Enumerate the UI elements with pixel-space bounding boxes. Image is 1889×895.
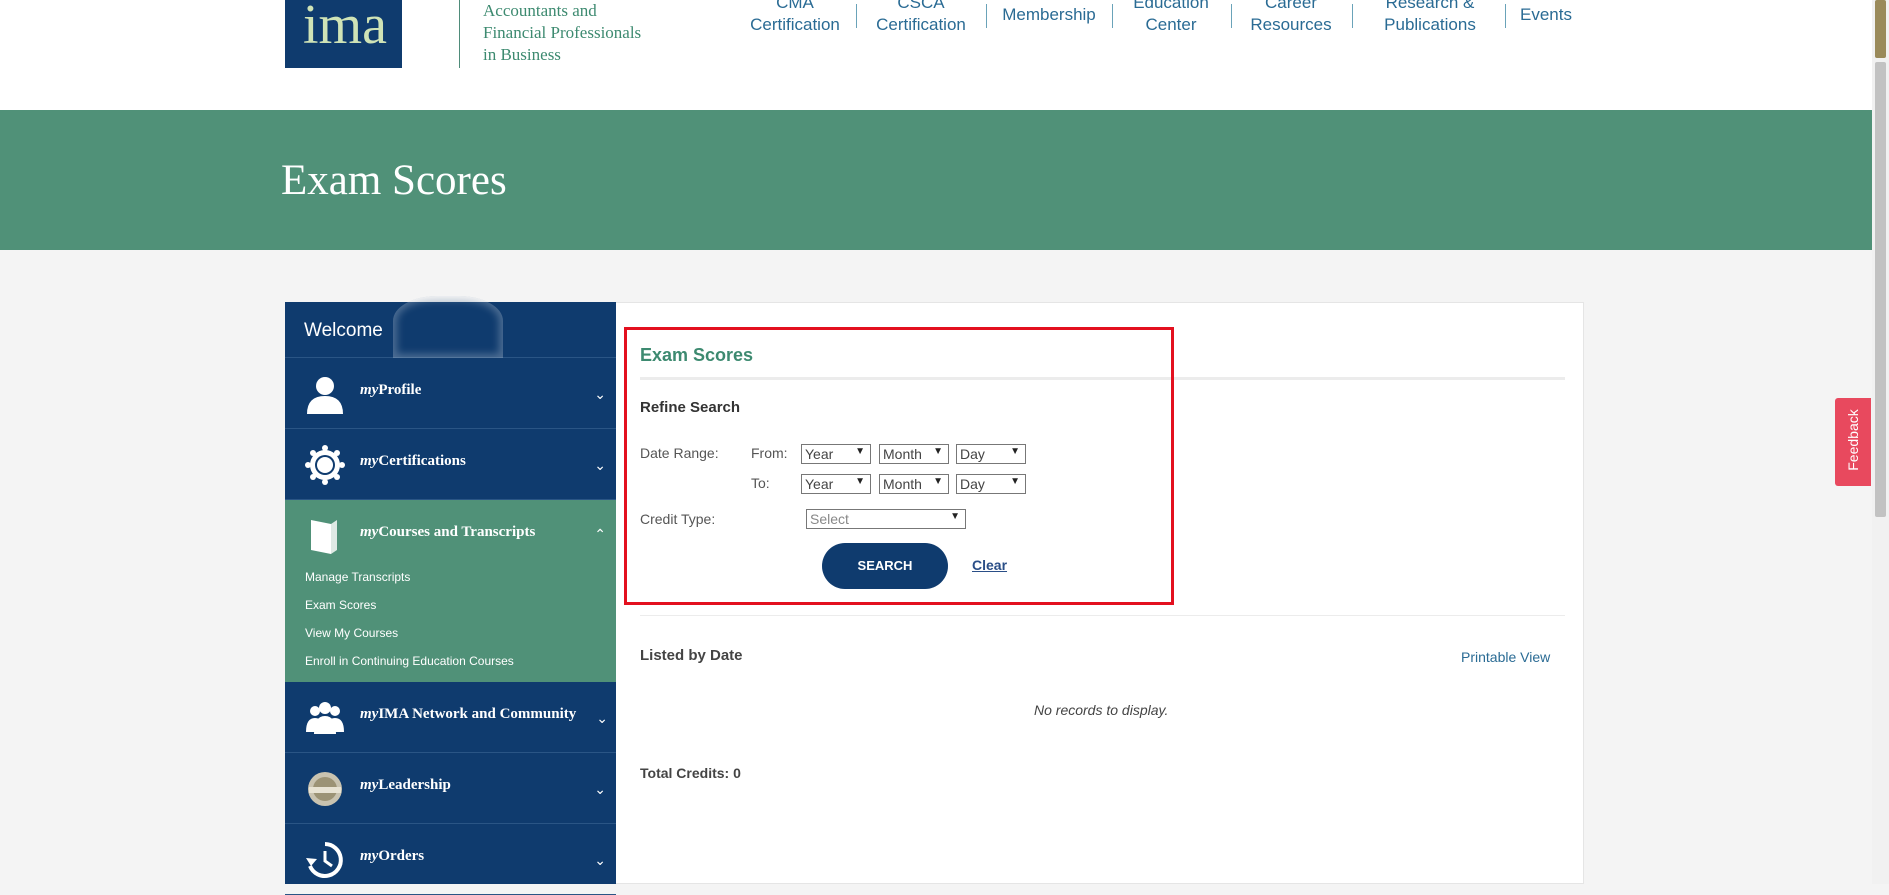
- sub-link-enroll-ce-courses[interactable]: Enroll in Continuing Education Courses: [305, 654, 514, 668]
- label-text: Orders: [378, 848, 425, 864]
- feedback-label: Feedback: [1845, 409, 1861, 471]
- label-text: Leadership: [378, 777, 451, 793]
- people-icon: [306, 702, 344, 734]
- nav-separator: [1112, 4, 1113, 28]
- sub-link-manage-transcripts[interactable]: Manage Transcripts: [305, 570, 410, 584]
- chevron-down-icon[interactable]: ⌄: [594, 852, 606, 869]
- sidebar-item-orders[interactable]: myOrders ⌄: [285, 824, 616, 895]
- nav-career-resources[interactable]: Career Resources: [1248, 0, 1334, 36]
- listed-by-date-heading: Listed by Date: [640, 647, 743, 664]
- no-records-message: No records to display.: [1034, 702, 1169, 718]
- nav-cma-certification[interactable]: CMA Certification: [748, 0, 842, 36]
- book-icon: [311, 520, 337, 554]
- welcome-header: Welcome: [285, 296, 616, 358]
- exam-scores-panel: Exam Scores Refine Search Date Range: Fr…: [616, 302, 1584, 884]
- sidebar-item-profile[interactable]: myProfile ⌄: [285, 358, 616, 429]
- tagline-line: Financial Professionals: [483, 23, 642, 42]
- total-credits: Total Credits: 0: [640, 765, 741, 781]
- page-banner: Exam Scores: [0, 110, 1872, 250]
- sidebar-item-label: myProfile: [360, 382, 421, 399]
- page-scrollbar[interactable]: [1872, 0, 1889, 884]
- chevron-down-icon[interactable]: ⌄: [594, 781, 606, 798]
- feedback-tab[interactable]: Feedback: [1835, 398, 1871, 486]
- redacted-name: [393, 296, 503, 358]
- nav-research-publications[interactable]: Research & Publications: [1376, 0, 1484, 36]
- sidebar-item-leadership[interactable]: myLeadership ⌄: [285, 753, 616, 824]
- sidebar-item-network-community[interactable]: myIMA Network and Community ⌄: [285, 682, 616, 753]
- sidebar-item-label: myIMA Network and Community: [360, 706, 576, 723]
- nav-separator: [1505, 4, 1506, 28]
- nav-separator: [1231, 4, 1232, 28]
- leadership-badge-icon: [308, 772, 342, 806]
- certification-seal-icon: [305, 445, 345, 485]
- nav-separator: [986, 4, 987, 28]
- account-sidebar: Welcome myProfile ⌄ myCertifications ⌄ m…: [285, 296, 616, 895]
- nav-events[interactable]: Events: [1518, 4, 1574, 26]
- chevron-down-icon[interactable]: ⌄: [594, 457, 606, 474]
- logo-tagline: Accountants and Financial Professionals …: [483, 0, 641, 66]
- sub-link-view-my-courses[interactable]: View My Courses: [305, 626, 398, 640]
- tagline-line: Accountants and: [483, 1, 597, 20]
- page-title: Exam Scores: [281, 157, 507, 204]
- label-prefix: my: [360, 706, 379, 722]
- logo-registered-mark: ®: [411, 27, 421, 42]
- logo-text: ima: [303, 0, 387, 56]
- label-text: IMA Network and Community: [378, 706, 577, 722]
- printable-view-link[interactable]: Printable View: [1461, 649, 1550, 665]
- results-divider: [640, 615, 1565, 616]
- label-prefix: my: [360, 453, 379, 469]
- label-prefix: my: [360, 777, 379, 793]
- sidebar-item-label: myCertifications: [360, 453, 466, 470]
- nav-membership[interactable]: Membership: [1000, 4, 1098, 26]
- sidebar-item-label: myLeadership: [360, 777, 451, 794]
- label-text: Courses and Transcripts: [378, 524, 536, 540]
- nav-label: CSCA Certification: [876, 0, 966, 34]
- scrollbar-indicator: [1875, 0, 1886, 58]
- site-header: ima ® Accountants and Financial Professi…: [0, 0, 1872, 110]
- nav-label: Membership: [1002, 5, 1096, 24]
- chevron-down-icon[interactable]: ⌄: [596, 710, 608, 727]
- label-text: Certifications: [378, 453, 466, 469]
- chevron-down-icon[interactable]: ⌄: [594, 386, 606, 403]
- label-prefix: my: [360, 382, 379, 398]
- nav-label: CMA Certification: [750, 0, 840, 34]
- label-prefix: my: [360, 848, 379, 864]
- history-icon: [306, 842, 343, 878]
- nav-education-center[interactable]: Education Center: [1128, 0, 1214, 36]
- nav-label: Events: [1520, 5, 1572, 24]
- nav-label: Career Resources: [1250, 0, 1332, 34]
- label-text: Profile: [378, 382, 422, 398]
- scrollbar-thumb[interactable]: [1875, 62, 1886, 517]
- nav-separator: [856, 4, 857, 28]
- nav-label: Research & Publications: [1384, 0, 1476, 34]
- chevron-up-icon[interactable]: ⌃: [594, 526, 606, 543]
- nav-label: Education Center: [1133, 0, 1209, 34]
- ima-logo[interactable]: ima ®: [285, 0, 421, 68]
- sidebar-item-label: myOrders: [360, 848, 424, 865]
- nav-csca-certification[interactable]: CSCA Certification: [874, 0, 968, 36]
- welcome-text: Welcome: [304, 320, 383, 341]
- nav-separator: [1352, 4, 1353, 28]
- tagline-line: in Business: [483, 45, 561, 64]
- logo-divider: [459, 0, 460, 68]
- sidebar-item-courses-transcripts[interactable]: myCourses and Transcripts ⌃ Manage Trans…: [285, 500, 616, 682]
- sidebar-item-label: myCourses and Transcripts: [360, 524, 535, 541]
- sub-link-exam-scores[interactable]: Exam Scores: [305, 598, 376, 612]
- highlight-box: [624, 327, 1174, 605]
- sidebar-item-certifications[interactable]: myCertifications ⌄: [285, 429, 616, 500]
- label-prefix: my: [360, 524, 379, 540]
- user-icon: [307, 377, 343, 414]
